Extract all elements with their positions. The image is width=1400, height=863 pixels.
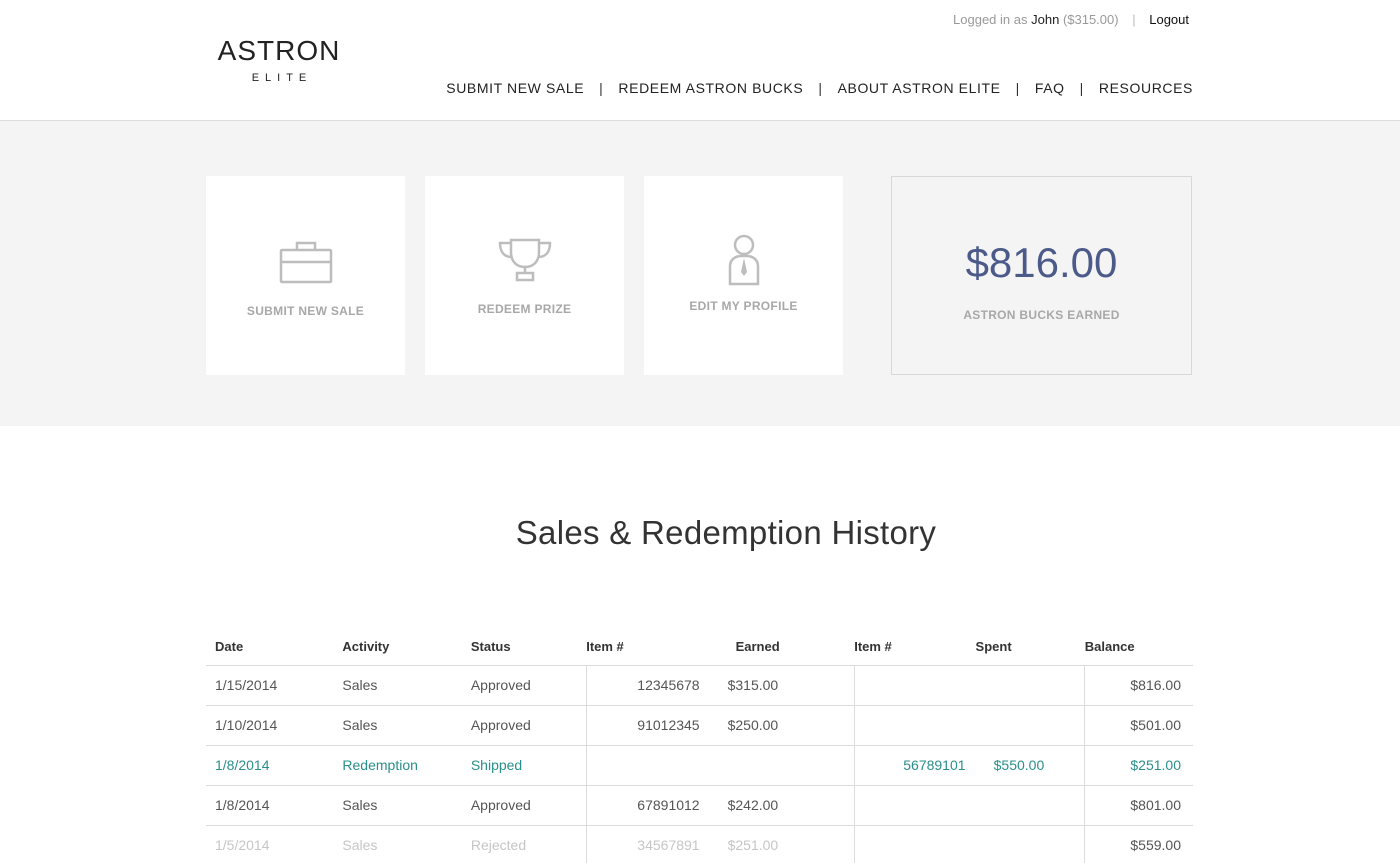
nav-faq[interactable]: FAQ — [1035, 80, 1065, 96]
table-header-row: Date Activity Status Item # Earned Item … — [206, 628, 1193, 666]
site-header: ASTRON ELITE Logged in as John ($315.00)… — [0, 0, 1400, 121]
col-activity[interactable]: Activity — [332, 628, 462, 666]
trophy-icon — [497, 238, 553, 287]
nav-separator: | — [818, 80, 823, 96]
logo-wordmark: ASTRON — [217, 35, 341, 66]
table-row[interactable]: 1/15/2014 Sales Approved 12345678 $315.0… — [206, 665, 1193, 706]
col-redeem-item[interactable]: Item # — [854, 628, 976, 666]
nav-resources[interactable]: RESOURCES — [1099, 80, 1193, 96]
cell-date: 1/5/2014 — [206, 825, 333, 863]
user-bar: Logged in as John ($315.00) | Logout — [953, 12, 1189, 27]
submit-new-sale-label: SUBMIT NEW SALE — [246, 304, 365, 318]
cell-sale-item — [585, 745, 710, 786]
logo-subtitle: ELITE — [251, 72, 313, 84]
user-balance: ($315.00) — [1062, 12, 1119, 27]
cell-activity: Sales — [332, 665, 462, 706]
cell-redeem-item — [853, 825, 976, 863]
cell-activity: Redemption — [332, 745, 462, 786]
cell-balance: $801.00 — [1084, 785, 1193, 826]
nav-separator: | — [1079, 80, 1084, 96]
table-row[interactable]: 1/5/2014 Sales Rejected 34567891 $251.00… — [206, 825, 1193, 863]
cell-date: 1/15/2014 — [206, 665, 333, 706]
col-date[interactable]: Date — [206, 628, 333, 666]
col-earned[interactable]: Earned — [709, 628, 855, 666]
cell-redeem-item: 56789101 — [853, 745, 976, 786]
cell-spent: $550.00 — [975, 745, 1085, 786]
cell-earned — [709, 745, 855, 786]
briefcase-icon — [279, 240, 333, 289]
person-icon — [727, 234, 761, 291]
earned-label: ASTRON BUCKS EARNED — [963, 308, 1120, 322]
edit-my-profile-tile[interactable]: EDIT MY PROFILE — [644, 176, 843, 375]
nav-separator: | — [599, 80, 604, 96]
cell-sale-item: 12345678 — [585, 665, 710, 706]
nav-about-astron-elite[interactable]: ABOUT ASTRON ELITE — [838, 80, 1001, 96]
col-balance[interactable]: Balance — [1084, 628, 1193, 666]
history-table: Date Activity Status Item # Earned Item … — [206, 628, 1193, 863]
earned-amount: $816.00 — [965, 239, 1118, 286]
cell-redeem-item — [853, 665, 976, 706]
history-title: Sales & Redemption History — [515, 514, 937, 551]
cell-date: 1/8/2014 — [206, 745, 333, 786]
astron-elite-logo[interactable]: ASTRON ELITE — [206, 35, 352, 85]
edit-my-profile-label: EDIT MY PROFILE — [689, 299, 798, 313]
cell-date: 1/8/2014 — [206, 785, 333, 826]
logged-in-prefix: Logged in as — [953, 12, 1028, 27]
cell-activity: Sales — [332, 825, 462, 863]
cell-earned: $251.00 — [709, 825, 855, 863]
cell-balance: $251.00 — [1084, 745, 1193, 786]
nav-redeem-astron-bucks[interactable]: REDEEM ASTRON BUCKS — [618, 80, 803, 96]
cell-status: Approved — [461, 785, 587, 826]
cell-spent — [975, 825, 1085, 863]
col-sale-item[interactable]: Item # — [586, 628, 710, 666]
cell-sale-item: 67891012 — [585, 785, 710, 826]
astron-bucks-earned-card: $816.00 ASTRON BUCKS EARNED — [891, 176, 1192, 375]
cell-sale-item: 91012345 — [585, 705, 710, 746]
main-nav: SUBMIT NEW SALE | REDEEM ASTRON BUCKS | … — [446, 80, 1193, 96]
col-spent[interactable]: Spent — [975, 628, 1085, 666]
cell-spent — [975, 785, 1085, 826]
cell-activity: Sales — [332, 785, 462, 826]
dashboard-band: SUBMIT NEW SALE REDEEM PRIZE EDIT MY PRO… — [0, 121, 1400, 426]
cell-status: Shipped — [461, 745, 587, 786]
cell-spent — [975, 705, 1085, 746]
cell-activity: Sales — [332, 705, 462, 746]
cell-status: Approved — [461, 705, 587, 746]
username: John — [1031, 12, 1060, 27]
userbar-separator: | — [1132, 12, 1136, 27]
cell-sale-item: 34567891 — [585, 825, 710, 863]
nav-separator: | — [1015, 80, 1020, 96]
nav-submit-new-sale[interactable]: SUBMIT NEW SALE — [446, 80, 584, 96]
table-row[interactable]: 1/10/2014 Sales Approved 91012345 $250.0… — [206, 705, 1193, 746]
cell-balance: $559.00 — [1084, 825, 1193, 863]
cell-earned: $242.00 — [709, 785, 855, 826]
redeem-prize-tile[interactable]: REDEEM PRIZE — [425, 176, 624, 375]
cell-earned: $315.00 — [709, 665, 855, 706]
cell-balance: $816.00 — [1084, 665, 1193, 706]
cell-redeem-item — [853, 705, 976, 746]
table-row[interactable]: 1/8/2014 Sales Approved 67891012 $242.00… — [206, 785, 1193, 826]
cell-redeem-item — [853, 785, 976, 826]
col-status[interactable]: Status — [461, 628, 587, 666]
table-row[interactable]: 1/8/2014 Redemption Shipped 56789101 $55… — [206, 745, 1193, 786]
cell-balance: $501.00 — [1084, 705, 1193, 746]
cell-status: Approved — [461, 665, 587, 706]
redeem-prize-label: REDEEM PRIZE — [477, 302, 572, 316]
cell-status: Rejected — [461, 825, 587, 863]
cell-spent — [975, 665, 1085, 706]
cell-earned: $250.00 — [709, 705, 855, 746]
logout-link[interactable]: Logout — [1149, 12, 1189, 27]
submit-new-sale-tile[interactable]: SUBMIT NEW SALE — [206, 176, 405, 375]
cell-date: 1/10/2014 — [206, 705, 333, 746]
